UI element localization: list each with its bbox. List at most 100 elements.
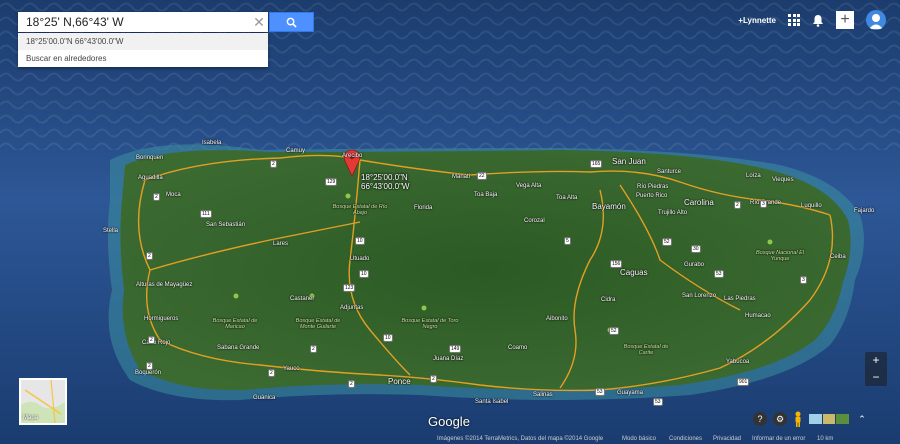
place-label[interactable]: Caguas — [620, 268, 648, 277]
place-label[interactable]: Juana Díaz — [433, 356, 463, 362]
route-shield: 156 — [610, 260, 623, 268]
route-shield: 22 — [477, 172, 487, 180]
basic-mode-link[interactable]: Modo básico — [622, 436, 656, 442]
place-label[interactable]: San Juan — [612, 157, 646, 166]
route-shield: 53 — [595, 388, 605, 396]
terms-link[interactable]: Condiciones — [669, 436, 702, 442]
apps-grid-icon[interactable] — [788, 14, 800, 26]
place-label[interactable]: Ponce — [388, 377, 411, 386]
place-label[interactable]: Moca — [166, 192, 181, 198]
clear-search-icon[interactable]: ✕ — [250, 14, 268, 31]
route-shield: 2 — [153, 193, 160, 201]
google-logo: Google — [428, 414, 470, 429]
park-label[interactable]: Bosque Estatal de Carite — [616, 344, 676, 356]
place-label[interactable]: Yauco — [283, 366, 300, 372]
place-label[interactable]: Isabela — [202, 140, 221, 146]
privacy-link[interactable]: Privacidad — [713, 436, 741, 442]
help-button[interactable]: ? — [753, 412, 767, 426]
place-label[interactable]: Santurce — [657, 169, 681, 175]
place-label[interactable]: Santa Isabel — [475, 399, 508, 405]
search-box[interactable]: 18°25' N,66°43' W ✕ — [18, 12, 268, 32]
place-label[interactable]: Adjuntas — [340, 305, 363, 311]
place-label[interactable]: Camuy — [286, 148, 305, 154]
search-button[interactable] — [269, 12, 314, 32]
place-label[interactable]: Gurabo — [684, 262, 704, 268]
place-label[interactable]: Luquillo — [801, 203, 822, 209]
route-shield: 2 — [310, 345, 317, 353]
place-label[interactable]: Aguadilla — [138, 175, 163, 181]
pegman-icon[interactable] — [793, 411, 803, 427]
place-label[interactable]: Manatí — [452, 174, 470, 180]
report-error-link[interactable]: Informar de un error — [752, 436, 805, 442]
route-shield: 2 — [348, 380, 355, 388]
place-label[interactable]: Stella — [103, 228, 118, 234]
expand-chevron-icon[interactable]: ⌃ — [855, 412, 869, 426]
place-label[interactable]: Castaner — [290, 296, 314, 302]
place-label[interactable]: Utuado — [350, 256, 369, 262]
place-label[interactable]: Ceiba — [830, 254, 846, 260]
place-label[interactable]: Las Piedras — [724, 296, 756, 302]
suggestion-coordinates[interactable]: 18°25'00.0"N 66°43'00.0"W — [18, 33, 268, 50]
place-label[interactable]: Corozal — [524, 218, 545, 224]
imagery-layers-button[interactable] — [809, 414, 850, 424]
place-label[interactable]: Fajardo — [854, 208, 874, 214]
route-shield: 10 — [383, 334, 393, 342]
route-shield: 30 — [691, 245, 701, 253]
route-shield: 129 — [325, 178, 338, 186]
place-label[interactable]: Cabo Rojo — [142, 340, 170, 346]
place-label[interactable]: Loíza — [746, 173, 761, 179]
place-label[interactable]: Río Piedras — [637, 184, 668, 190]
park-label[interactable]: Bosque Nacional El Yunque — [750, 250, 810, 262]
place-label[interactable]: Lares — [273, 241, 288, 247]
route-shield: 52 — [609, 327, 619, 335]
place-label[interactable]: Alturas de Mayagüez — [136, 282, 192, 288]
route-shield: 10 — [359, 270, 369, 278]
park-label[interactable]: Bosque Estatal de Monte Guilarte — [288, 318, 348, 330]
place-label[interactable]: Toa Alta — [556, 195, 577, 201]
zoom-control: + − — [865, 352, 887, 386]
place-label[interactable]: Sabana Grande — [217, 345, 259, 351]
place-label[interactable]: Florida — [414, 205, 432, 211]
place-label[interactable]: Guayama — [617, 390, 643, 396]
place-label[interactable]: Yabucoa — [726, 359, 749, 365]
pin-coordinates: 18°25'00.0"N 66°43'00.0"W — [361, 173, 409, 191]
route-shield: 53 — [653, 398, 663, 406]
bottom-tools: ? ⚙ ⌃ — [753, 411, 869, 427]
avatar[interactable] — [866, 10, 886, 30]
place-label[interactable]: Hormigueros — [144, 316, 178, 322]
place-label[interactable]: Coamo — [508, 345, 527, 351]
place-label[interactable]: Boquerón — [135, 370, 161, 376]
place-label[interactable]: Salinas — [533, 392, 553, 398]
place-label[interactable]: Bayamón — [592, 202, 626, 211]
place-label[interactable]: Carolina — [684, 198, 714, 207]
park-label[interactable]: Bosque Estatal de Río Abajo — [330, 204, 390, 216]
zoom-out-button[interactable]: − — [865, 369, 887, 386]
place-label[interactable]: Guánica — [253, 395, 275, 401]
search-input[interactable]: 18°25' N,66°43' W — [18, 15, 250, 29]
place-label[interactable]: Cidra — [601, 297, 615, 303]
place-label[interactable]: Vega Alta — [516, 183, 541, 189]
place-label[interactable]: San Lorenzo — [682, 293, 716, 299]
account-bar: +Lynnette + — [738, 10, 886, 30]
park-label[interactable]: Bosque Estatal de Maricao — [205, 318, 265, 330]
share-plus-button[interactable]: + — [836, 11, 854, 29]
place-label[interactable]: Vieques — [772, 177, 794, 183]
user-link[interactable]: +Lynnette — [738, 16, 776, 25]
earth-mode-switcher[interactable]: Mapa — [19, 378, 67, 425]
pin-latitude: 18°25'00.0"N — [361, 173, 408, 182]
route-shield: 5 — [564, 237, 571, 245]
place-label[interactable]: San Sebastián — [206, 222, 245, 228]
place-label[interactable]: Trujillo Alto — [658, 210, 687, 216]
place-label[interactable]: Puerto Rico — [636, 193, 667, 199]
place-label[interactable]: Humacao — [745, 313, 771, 319]
place-label[interactable]: Aibonito — [546, 316, 568, 322]
place-label[interactable]: Arecibo — [342, 153, 362, 159]
route-shield: 2 — [734, 201, 741, 209]
place-label[interactable]: Toa Baja — [474, 192, 497, 198]
place-label[interactable]: Borinquen — [136, 155, 163, 161]
park-label[interactable]: Bosque Estatal de Toro Negro — [400, 318, 460, 330]
zoom-in-button[interactable]: + — [865, 352, 887, 369]
settings-gear-icon[interactable]: ⚙ — [773, 412, 787, 426]
suggestion-search-nearby[interactable]: Buscar en alrededores — [18, 50, 268, 67]
notifications-bell-icon[interactable] — [812, 14, 824, 27]
